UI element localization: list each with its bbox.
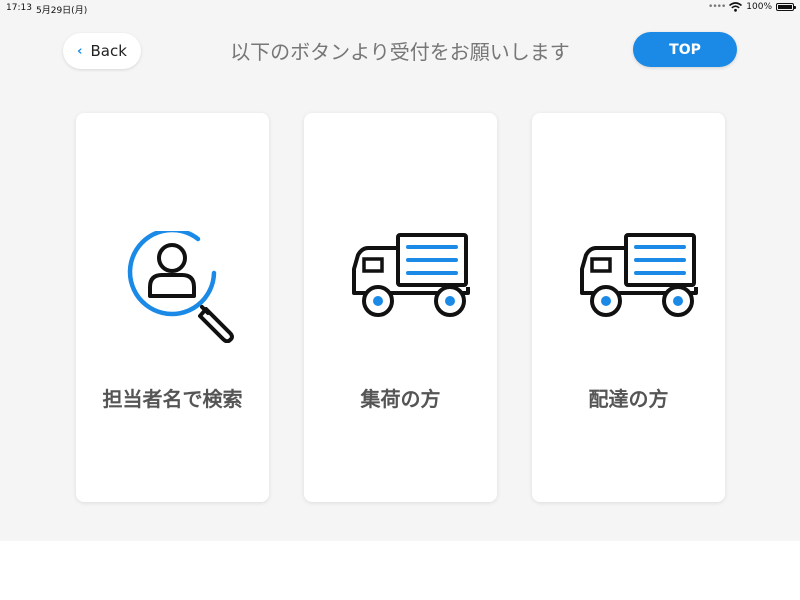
back-button[interactable]: ‹ Back	[63, 33, 141, 69]
card-label: 集荷の方	[360, 387, 441, 411]
search-by-staff-card[interactable]: 担当者名で検索	[76, 113, 269, 502]
signal-icon: ••••	[708, 2, 726, 12]
pickup-card[interactable]: 集荷の方	[304, 113, 497, 502]
battery-percent: 100%	[746, 2, 772, 12]
truck-icon	[352, 233, 470, 317]
back-button-label: Back	[90, 42, 127, 60]
page-title: 以下のボタンより受付をお願いします	[230, 40, 570, 64]
delivery-card[interactable]: 配達の方	[532, 113, 725, 502]
app-screen: 17:13 5月29日(月) •••• 100% ‹ Back 以下のボタンより…	[0, 0, 800, 541]
battery-icon	[776, 3, 796, 11]
card-label: 担当者名で検索	[102, 387, 243, 411]
wifi-icon	[729, 2, 743, 12]
top-button[interactable]: TOP	[633, 32, 737, 67]
person-search-icon	[127, 231, 234, 343]
status-date: 5月29日(月)	[36, 6, 88, 16]
status-time: 17:13	[6, 3, 32, 13]
status-indicators: •••• 100%	[708, 2, 796, 12]
card-label: 配達の方	[588, 387, 669, 411]
chevron-left-icon: ‹	[77, 43, 83, 59]
truck-icon	[580, 233, 698, 317]
status-bar: 17:13 5月29日(月) •••• 100%	[0, 0, 800, 16]
